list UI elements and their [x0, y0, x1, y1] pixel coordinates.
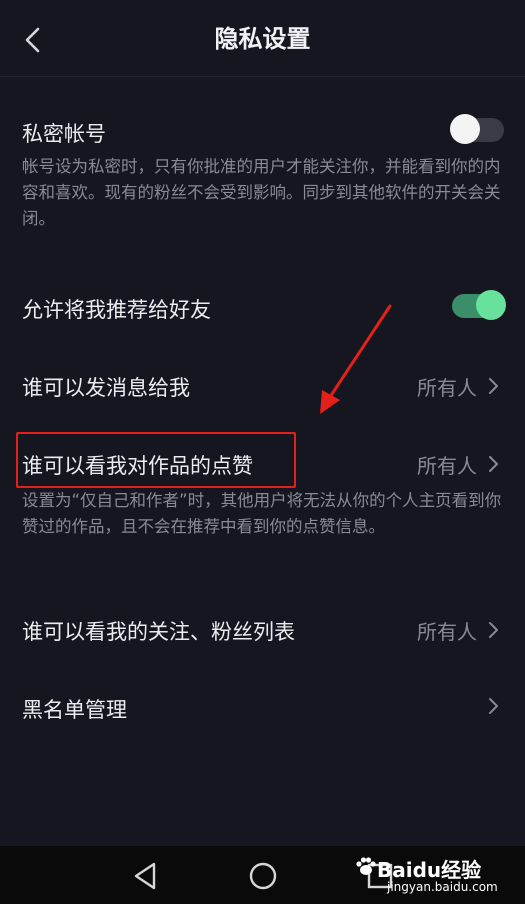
baidu-jingyan-watermark: Baidu经验 jingyan.baidu.com — [355, 854, 498, 900]
private-account-description: 帐号设为私密时，只有你批准的用户才能关注你，并能看到你的内容和喜欢。现有的粉丝不… — [22, 157, 501, 228]
who-can-message-label: 谁可以发消息给我 — [22, 376, 190, 400]
who-can-message-value: 所有人 — [417, 376, 477, 400]
setting-who-can-see-follow-list[interactable]: 谁可以看我的关注、粉丝列表 所有人 — [0, 610, 525, 650]
setting-who-can-message[interactable]: 谁可以发消息给我 所有人 — [0, 366, 525, 406]
private-account-toggle[interactable] — [450, 114, 504, 144]
toggle-knob — [450, 114, 480, 144]
chevron-right-icon — [489, 622, 498, 638]
private-account-label: 私密帐号 — [22, 122, 106, 146]
annotation-highlight-box — [16, 432, 296, 488]
page-title: 隐私设置 — [214, 25, 311, 53]
who-can-see-follow-list-value: 所有人 — [417, 620, 477, 644]
who-can-see-likes-value: 所有人 — [417, 454, 477, 478]
chevron-right-icon — [489, 456, 498, 472]
who-can-see-follow-list-label: 谁可以看我的关注、粉丝列表 — [22, 620, 295, 644]
privacy-settings-screen: 隐私设置 私密帐号 帐号设为私密时，只有你批准的用户才能关注你，并能看到你的内容… — [0, 0, 525, 904]
setting-recommend-to-friends[interactable]: 允许将我推荐给好友 — [0, 290, 525, 330]
blacklist-label: 黑名单管理 — [22, 698, 127, 722]
header: 隐私设置 — [0, 0, 525, 77]
back-triangle-icon[interactable] — [130, 860, 162, 892]
annotation-arrow-icon — [320, 304, 392, 414]
chevron-right-icon — [489, 378, 498, 394]
setting-blacklist[interactable]: 黑名单管理 — [0, 688, 525, 728]
system-nav-bar: Baidu经验 jingyan.baidu.com — [0, 846, 525, 904]
watermark-url: jingyan.baidu.com — [387, 880, 498, 894]
who-can-see-likes-description: 设置为“仅自己和作者”时，其他用户将无法从你的个人主页看到你赞过的作品，且不会在… — [22, 491, 502, 536]
recommend-to-friends-toggle[interactable] — [452, 290, 506, 320]
home-circle-icon[interactable] — [247, 860, 279, 892]
setting-private-account: 私密帐号 帐号设为私密时，只有你批准的用户才能关注你，并能看到你的内容和喜欢。现… — [0, 112, 525, 242]
watermark-brand: Baidu经验 — [377, 858, 482, 882]
toggle-knob — [476, 290, 506, 320]
recommend-to-friends-label: 允许将我推荐给好友 — [22, 298, 211, 322]
chevron-right-icon — [489, 698, 498, 714]
paw-icon — [356, 857, 376, 875]
